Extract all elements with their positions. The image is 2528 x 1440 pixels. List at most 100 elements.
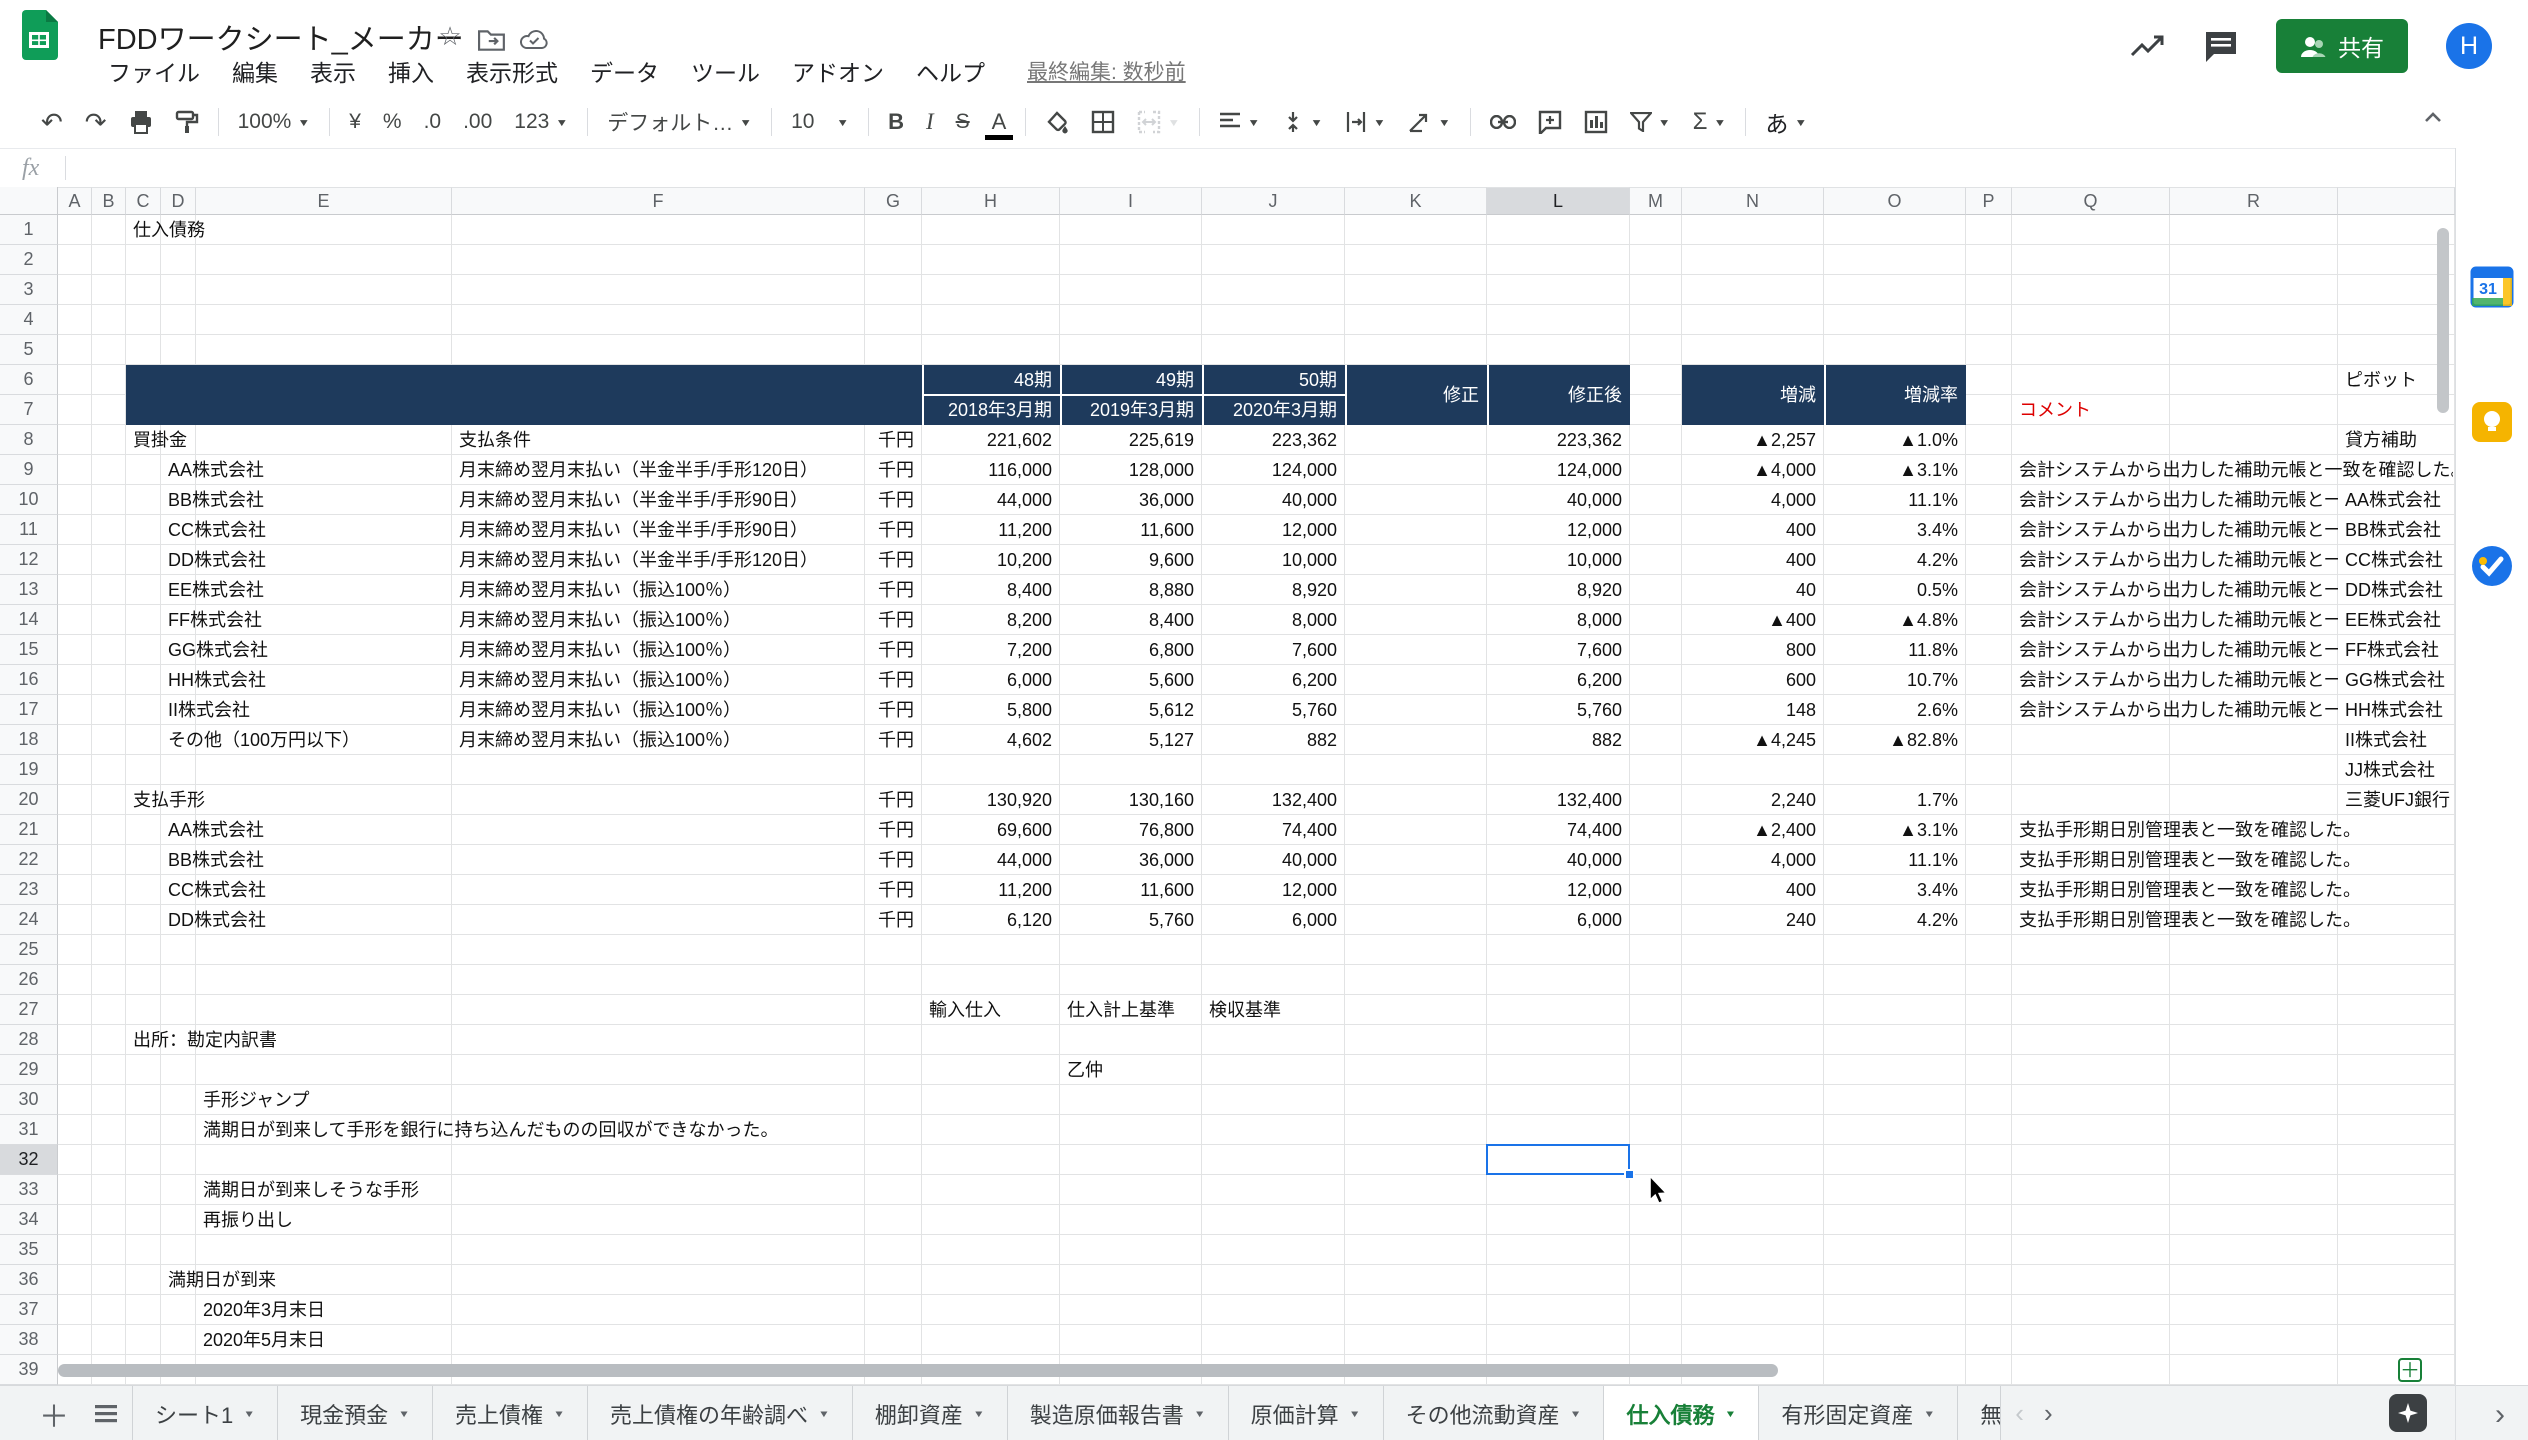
cell-O9[interactable]: ▲3.1% xyxy=(1824,455,1966,485)
collapse-toolbar-button[interactable] xyxy=(2418,108,2448,126)
text-wrap-button[interactable]: ▼ xyxy=(1334,102,1397,142)
sheet-tab-menu-icon[interactable]: ▼ xyxy=(1349,1408,1361,1419)
sheet-tab-menu-icon[interactable]: ▼ xyxy=(1570,1408,1582,1419)
input-tools-button[interactable]: あ▼ xyxy=(1754,102,1818,142)
merge-cells-button[interactable]: ▼ xyxy=(1126,102,1191,142)
cell-S15[interactable]: FF株式会社 xyxy=(2338,635,2455,665)
cell-Q15[interactable]: 会計システムから出力した補助元帳と一致を確認した。 xyxy=(2012,635,2338,665)
cell-Q7[interactable]: コメント xyxy=(2012,395,2170,425)
cell-N15[interactable]: 800 xyxy=(1682,635,1824,665)
add-sheet-button[interactable]: ＋ xyxy=(28,1386,80,1440)
sheet-tab-menu-icon[interactable]: ▼ xyxy=(1194,1408,1206,1419)
cell-O18[interactable]: ▲82.8% xyxy=(1824,725,1966,755)
horizontal-align-button[interactable]: ▼ xyxy=(1208,102,1271,142)
row-header-39[interactable]: 39 xyxy=(0,1355,58,1385)
row-header-35[interactable]: 35 xyxy=(0,1235,58,1265)
cell-Q16[interactable]: 会計システムから出力した補助元帳と一致を確認した。 xyxy=(2012,665,2338,695)
cell-I16[interactable]: 5,600 xyxy=(1060,665,1202,695)
cell-H12[interactable]: 10,200 xyxy=(922,545,1060,575)
sheet-tab-costing[interactable]: 原価計算▼ xyxy=(1229,1386,1384,1440)
sheet-tab-menu-icon[interactable]: ▼ xyxy=(818,1408,830,1419)
cell-N8[interactable]: ▲2,257 xyxy=(1682,425,1824,455)
cell-O20[interactable]: 1.7% xyxy=(1824,785,1966,815)
sheet-tab-sheet1[interactable]: シート1▼ xyxy=(132,1386,278,1440)
cell-H23[interactable]: 11,200 xyxy=(922,875,1060,905)
cell-F13[interactable]: 月末締め翌月末払い（振込100％） xyxy=(452,575,862,605)
functions-button[interactable]: Σ▼ xyxy=(1682,102,1738,142)
cell-D21[interactable]: AA株式会社 xyxy=(161,815,421,845)
cell-N11[interactable]: 400 xyxy=(1682,515,1824,545)
select-all-corner[interactable] xyxy=(0,187,58,215)
cell-Q12[interactable]: 会計システムから出力した補助元帳と一致を確認した。 xyxy=(2012,545,2338,575)
row-header-25[interactable]: 25 xyxy=(0,935,58,965)
column-header-E[interactable]: E xyxy=(196,187,452,215)
column-header-D[interactable]: D xyxy=(161,187,196,215)
cell-H13[interactable]: 8,400 xyxy=(922,575,1060,605)
column-header-J[interactable]: J xyxy=(1202,187,1345,215)
row-header-16[interactable]: 16 xyxy=(0,665,58,695)
row-header-22[interactable]: 22 xyxy=(0,845,58,875)
cell-L23[interactable]: 12,000 xyxy=(1487,875,1630,905)
cell-I23[interactable]: 11,600 xyxy=(1060,875,1202,905)
column-header-H[interactable]: H xyxy=(922,187,1060,215)
cell-J9[interactable]: 124,000 xyxy=(1202,455,1345,485)
sheet-tab-receivables[interactable]: 売上債権▼ xyxy=(433,1386,588,1440)
cell-H17[interactable]: 5,800 xyxy=(922,695,1060,725)
cell-I14[interactable]: 8,400 xyxy=(1060,605,1202,635)
cell-H27[interactable]: 輸入仕入 xyxy=(922,995,1057,1025)
create-filter-button[interactable]: ▼ xyxy=(1619,102,1682,142)
bold-button[interactable]: B xyxy=(877,102,915,142)
column-header-M[interactable]: M xyxy=(1630,187,1682,215)
cell-S11[interactable]: BB株式会社 xyxy=(2338,515,2455,545)
row-header-28[interactable]: 28 xyxy=(0,1025,58,1055)
row-header-8[interactable]: 8 xyxy=(0,425,58,455)
sheet-tab-menu-icon[interactable]: ▼ xyxy=(243,1408,255,1419)
green-plus-corner-icon[interactable]: ＋ xyxy=(2398,1358,2422,1382)
tabs-scroll-right-button[interactable]: › xyxy=(2044,1398,2053,1429)
cell-N21[interactable]: ▲2,400 xyxy=(1682,815,1824,845)
format-percent-button[interactable]: % xyxy=(372,102,413,142)
sheet-tab-cost-report[interactable]: 製造原価報告書▼ xyxy=(1008,1386,1229,1440)
cell-J27[interactable]: 検収基準 xyxy=(1202,995,1342,1025)
row-header-7[interactable]: 7 xyxy=(0,395,58,425)
cell-J12[interactable]: 10,000 xyxy=(1202,545,1345,575)
sheet-tab-trade-payables[interactable]: 仕入債務▼ xyxy=(1604,1386,1759,1440)
insert-comment-button[interactable] xyxy=(1527,102,1573,142)
menu-insert[interactable]: 挿入 xyxy=(372,54,450,88)
sheet-tab-cash[interactable]: 現金預金▼ xyxy=(278,1386,433,1440)
cell-D17[interactable]: II株式会社 xyxy=(161,695,421,725)
font-select[interactable]: デフォルト…▼ xyxy=(596,102,763,142)
row-header-29[interactable]: 29 xyxy=(0,1055,58,1085)
cell-H7[interactable]: 2018年3月期 xyxy=(922,395,1060,425)
cell-Q13[interactable]: 会計システムから出力した補助元帳と一致を確認した。 xyxy=(2012,575,2338,605)
row-header-13[interactable]: 13 xyxy=(0,575,58,605)
cell-I24[interactable]: 5,760 xyxy=(1060,905,1202,935)
cell-Q17[interactable]: 会計システムから出力した補助元帳と一致を確認した。 xyxy=(2012,695,2338,725)
row-header-5[interactable]: 5 xyxy=(0,335,58,365)
column-header-A[interactable]: A xyxy=(58,187,92,215)
cloud-saved-icon[interactable] xyxy=(520,26,548,54)
cell-I17[interactable]: 5,612 xyxy=(1060,695,1202,725)
cell-O12[interactable]: 4.2% xyxy=(1824,545,1966,575)
column-header-P[interactable]: P xyxy=(1966,187,2012,215)
cell-Q10[interactable]: 会計システムから出力した補助元帳と一致を確認した。 xyxy=(2012,485,2338,515)
cell-F17[interactable]: 月末締め翌月末払い（振込100％） xyxy=(452,695,862,725)
paint-format-button[interactable] xyxy=(164,102,210,142)
vertical-scrollbar[interactable] xyxy=(2437,228,2449,413)
cell-H8[interactable]: 221,602 xyxy=(922,425,1060,455)
cell-O16[interactable]: 10.7% xyxy=(1824,665,1966,695)
move-folder-icon[interactable] xyxy=(478,26,506,54)
cell-I13[interactable]: 8,880 xyxy=(1060,575,1202,605)
menu-edit[interactable]: 編集 xyxy=(216,54,294,88)
row-header-31[interactable]: 31 xyxy=(0,1115,58,1145)
row-header-21[interactable]: 21 xyxy=(0,815,58,845)
cell-I15[interactable]: 6,800 xyxy=(1060,635,1202,665)
cell-Q21[interactable]: 支払手形期日別管理表と一致を確認した。 xyxy=(2012,815,2453,845)
cell-J14[interactable]: 8,000 xyxy=(1202,605,1345,635)
cell-G10[interactable]: 千円 xyxy=(865,485,922,515)
cell-D9[interactable]: AA株式会社 xyxy=(161,455,421,485)
keep-icon[interactable] xyxy=(2470,400,2514,444)
cell-E30[interactable]: 手形ジャンプ xyxy=(196,1085,596,1115)
cell-J15[interactable]: 7,600 xyxy=(1202,635,1345,665)
sheet-tab-inventory[interactable]: 棚卸資産▼ xyxy=(853,1386,1008,1440)
